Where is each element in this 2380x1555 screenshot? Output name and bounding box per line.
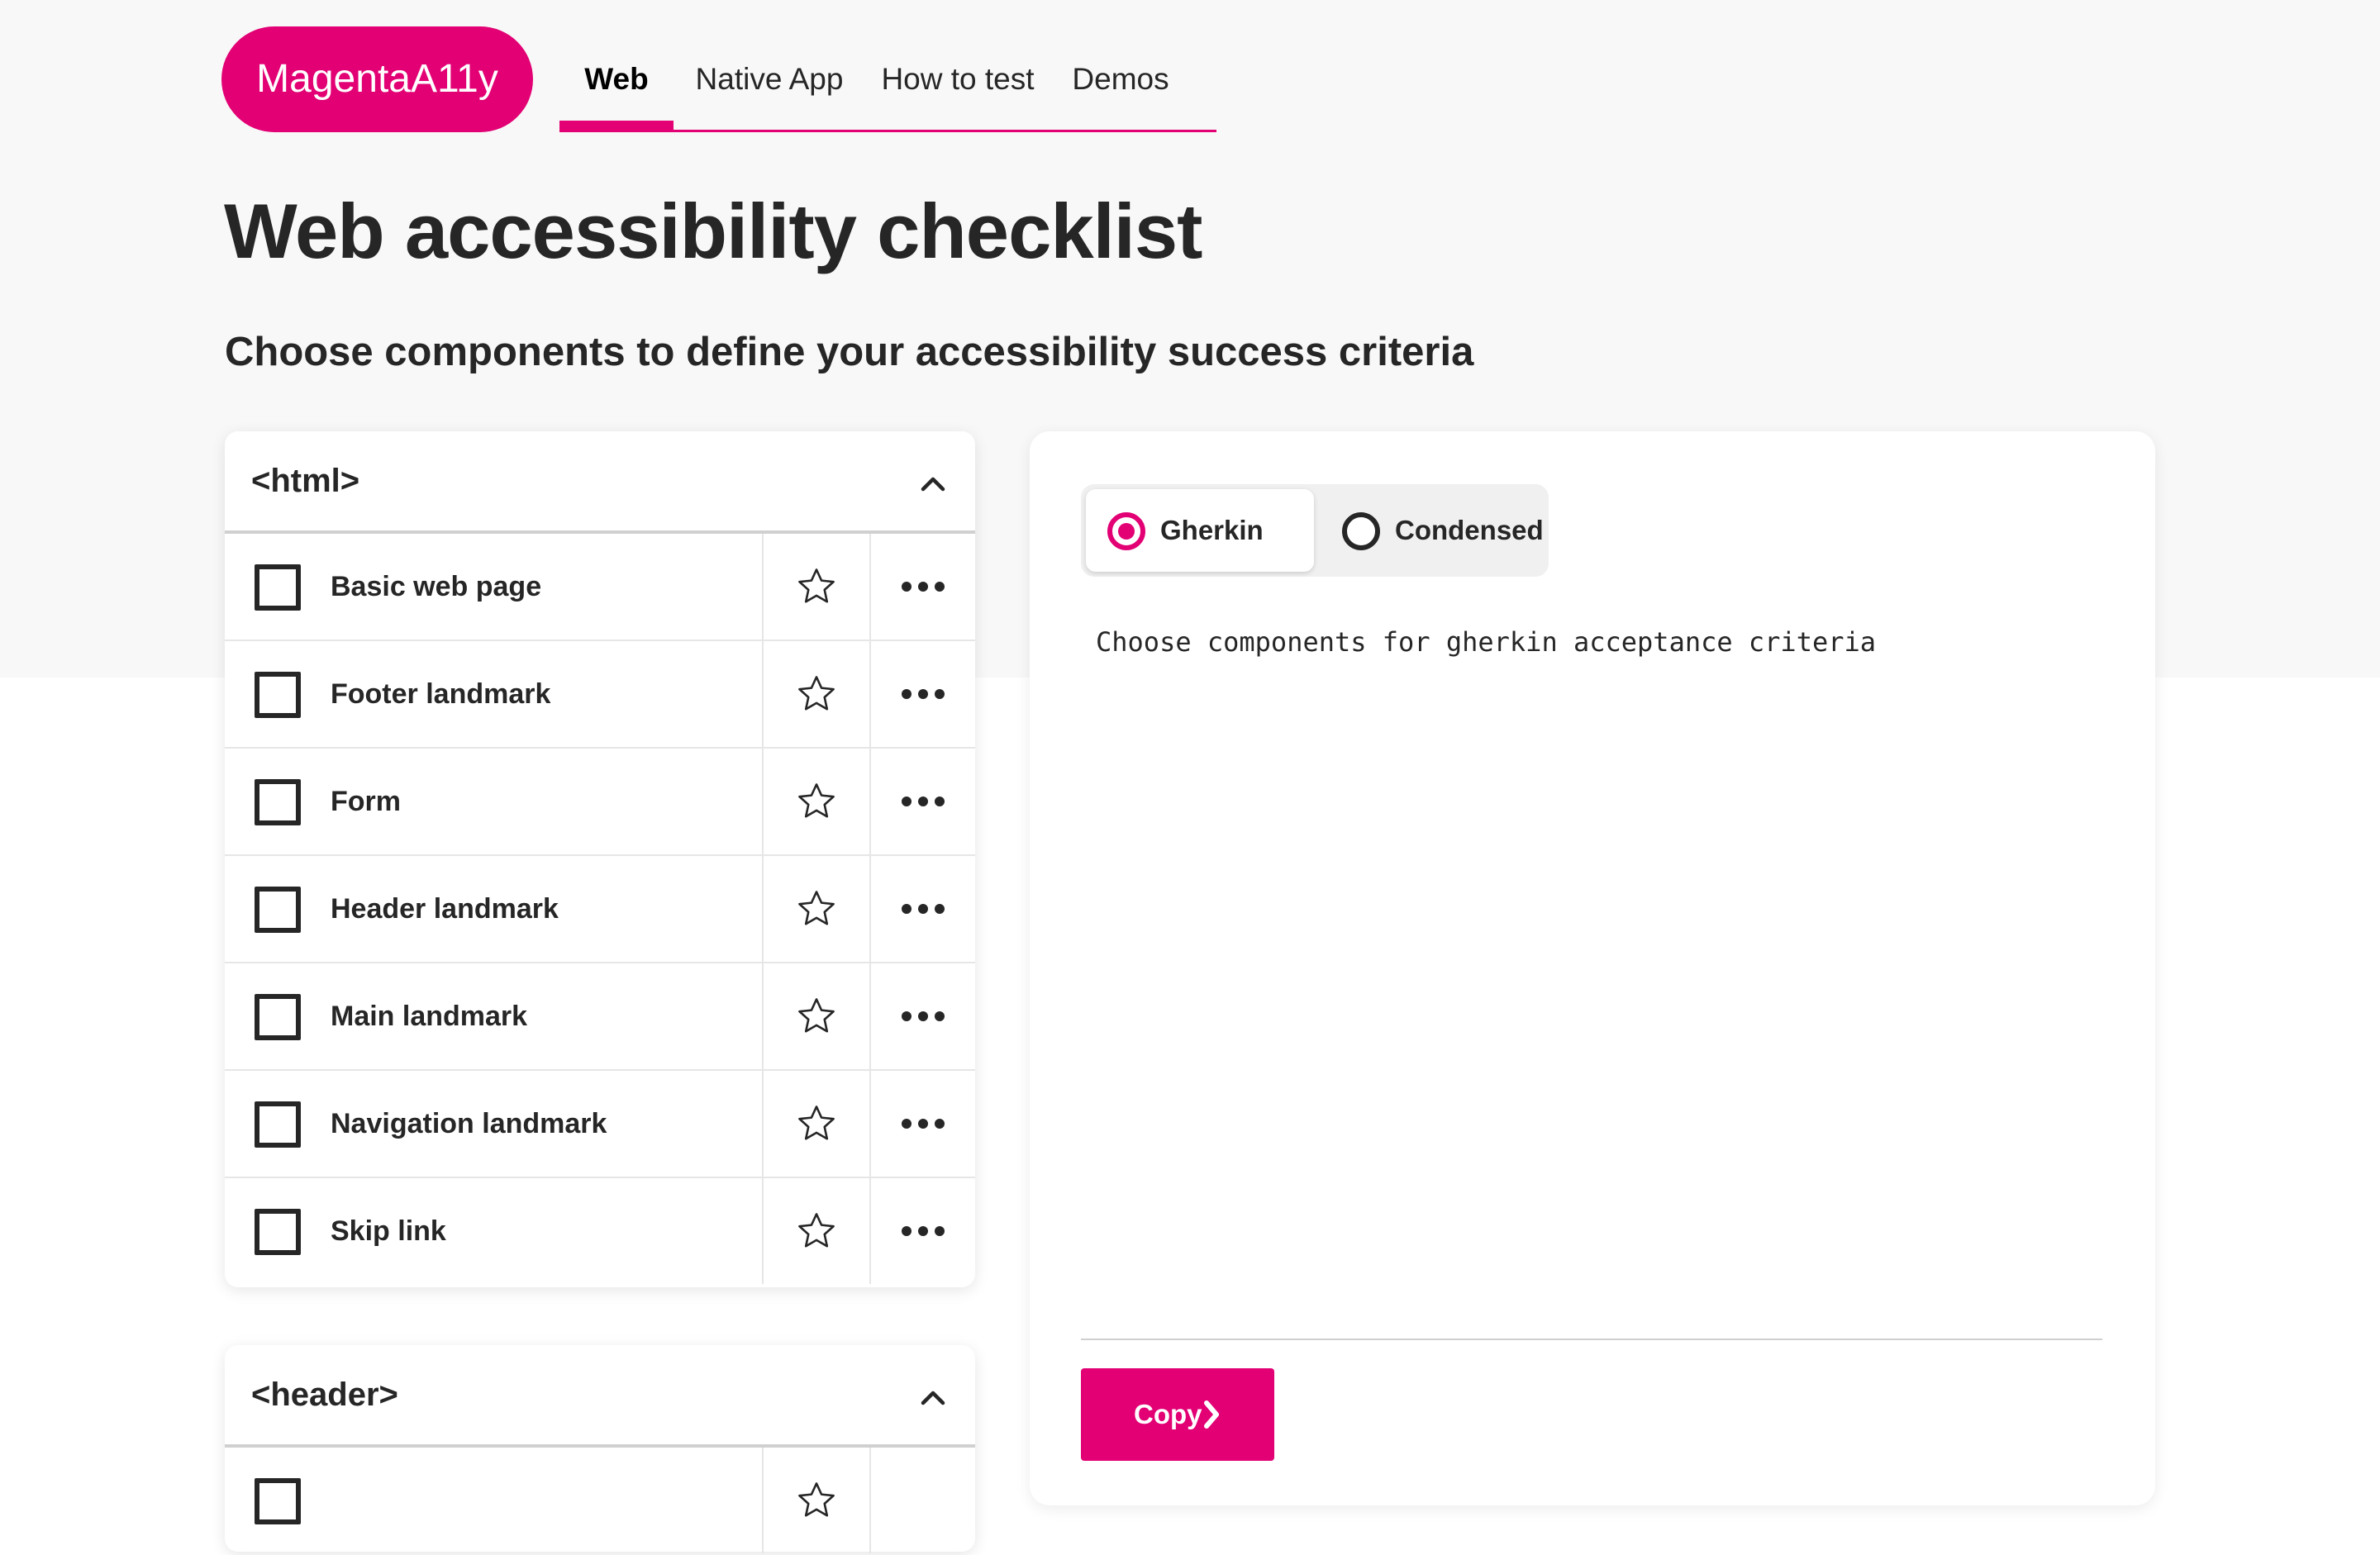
favorite-button[interactable]: [762, 963, 869, 1069]
nav-item-web[interactable]: Web: [559, 26, 674, 132]
more-options-button[interactable]: [869, 856, 975, 962]
checkbox-main-landmark[interactable]: [255, 994, 301, 1040]
item-label[interactable]: Form: [331, 749, 401, 854]
nav-item-native-app[interactable]: Native App: [685, 26, 854, 132]
accordion-header-header[interactable]: <header>: [225, 1345, 975, 1448]
copy-button[interactable]: Copy: [1081, 1368, 1274, 1461]
criteria-output-panel: Gherkin Condensed Choose components for …: [1030, 431, 2155, 1505]
favorite-button[interactable]: [762, 1448, 869, 1553]
list-item: [225, 1448, 975, 1555]
item-label[interactable]: Header landmark: [331, 856, 559, 962]
chevron-up-icon[interactable]: [919, 1383, 947, 1411]
favorite-button[interactable]: [762, 1071, 869, 1177]
more-options-button[interactable]: [869, 1071, 975, 1177]
chevron-up-icon[interactable]: [919, 469, 947, 497]
radio-unselected-indicator: [1342, 512, 1380, 550]
item-label[interactable]: Footer landmark: [331, 641, 550, 747]
favorite-button[interactable]: [762, 641, 869, 747]
list-item: Footer landmark: [225, 641, 975, 749]
favorite-button[interactable]: [762, 856, 869, 962]
criteria-output-text: Choose components for gherkin acceptance…: [1096, 626, 1877, 658]
checkbox-basic-web-page[interactable]: [255, 564, 301, 611]
star-outline-icon: [798, 1482, 835, 1517]
chevron-right-icon: [1204, 1400, 1219, 1429]
favorite-button[interactable]: [762, 534, 869, 640]
star-outline-icon: [798, 568, 835, 603]
radio-selected-indicator: [1107, 512, 1145, 550]
page-subtitle: Choose components to define your accessi…: [225, 330, 1474, 374]
site-logo[interactable]: MagentaA11y: [221, 26, 533, 132]
radio-label: Condensed: [1395, 515, 1544, 545]
more-options-button[interactable]: [869, 641, 975, 747]
list-item: Basic web page: [225, 534, 975, 641]
checkbox-skip-link[interactable]: [255, 1209, 301, 1255]
more-horizontal-icon: [902, 1011, 945, 1021]
more-horizontal-icon: [902, 904, 945, 914]
radio-condensed[interactable]: Condensed: [1321, 489, 1544, 572]
active-nav-indicator: [559, 121, 674, 132]
accordion-html: <html> Basic web page Footer landmark Fo…: [225, 431, 975, 1287]
star-outline-icon: [798, 676, 835, 711]
list-item: Header landmark: [225, 856, 975, 963]
list-item: Navigation landmark: [225, 1071, 975, 1178]
list-item: Form: [225, 749, 975, 856]
item-label[interactable]: Main landmark: [331, 963, 527, 1069]
more-horizontal-icon: [902, 689, 945, 699]
more-options-button[interactable]: [869, 1178, 975, 1284]
item-label[interactable]: Skip link: [331, 1178, 446, 1284]
checkbox-header-landmark[interactable]: [255, 887, 301, 933]
main-navigation: Web Native App How to test Demos: [559, 26, 1216, 132]
more-options-button[interactable]: [869, 534, 975, 640]
checkbox-footer-landmark[interactable]: [255, 672, 301, 718]
favorite-button[interactable]: [762, 1178, 869, 1284]
more-options-button[interactable]: [869, 963, 975, 1069]
favorite-button[interactable]: [762, 749, 869, 854]
item-label[interactable]: Navigation landmark: [331, 1071, 607, 1177]
page-title: Web accessibility checklist: [224, 188, 1202, 274]
format-radio-group: Gherkin Condensed: [1081, 484, 1549, 577]
nav-item-how-to-test[interactable]: How to test: [878, 26, 1037, 132]
accordion-title: <header>: [251, 1377, 398, 1413]
accordion-header-html[interactable]: <html>: [225, 431, 975, 534]
checkbox-form[interactable]: [255, 779, 301, 825]
more-options-button[interactable]: [869, 1448, 975, 1553]
divider: [1081, 1339, 2102, 1340]
list-item: Skip link: [225, 1178, 975, 1286]
copy-button-label: Copy: [1134, 1399, 1202, 1429]
more-horizontal-icon: [902, 797, 945, 806]
star-outline-icon: [798, 783, 835, 818]
list-item: Main landmark: [225, 963, 975, 1071]
radio-label: Gherkin: [1160, 515, 1264, 545]
star-outline-icon: [798, 1106, 835, 1140]
radio-gherkin[interactable]: Gherkin: [1086, 489, 1314, 572]
item-label[interactable]: Basic web page: [331, 534, 541, 640]
star-outline-icon: [798, 998, 835, 1033]
star-outline-icon: [798, 891, 835, 925]
nav-item-demos[interactable]: Demos: [1065, 26, 1176, 132]
more-options-button[interactable]: [869, 749, 975, 854]
more-horizontal-icon: [902, 1226, 945, 1236]
accordion-title: <html>: [251, 463, 360, 499]
accordion-header: <header>: [225, 1345, 975, 1555]
checkbox-navigation-landmark[interactable]: [255, 1101, 301, 1148]
checkbox[interactable]: [255, 1478, 301, 1524]
more-horizontal-icon: [902, 582, 945, 592]
more-horizontal-icon: [902, 1119, 945, 1129]
star-outline-icon: [798, 1213, 835, 1248]
